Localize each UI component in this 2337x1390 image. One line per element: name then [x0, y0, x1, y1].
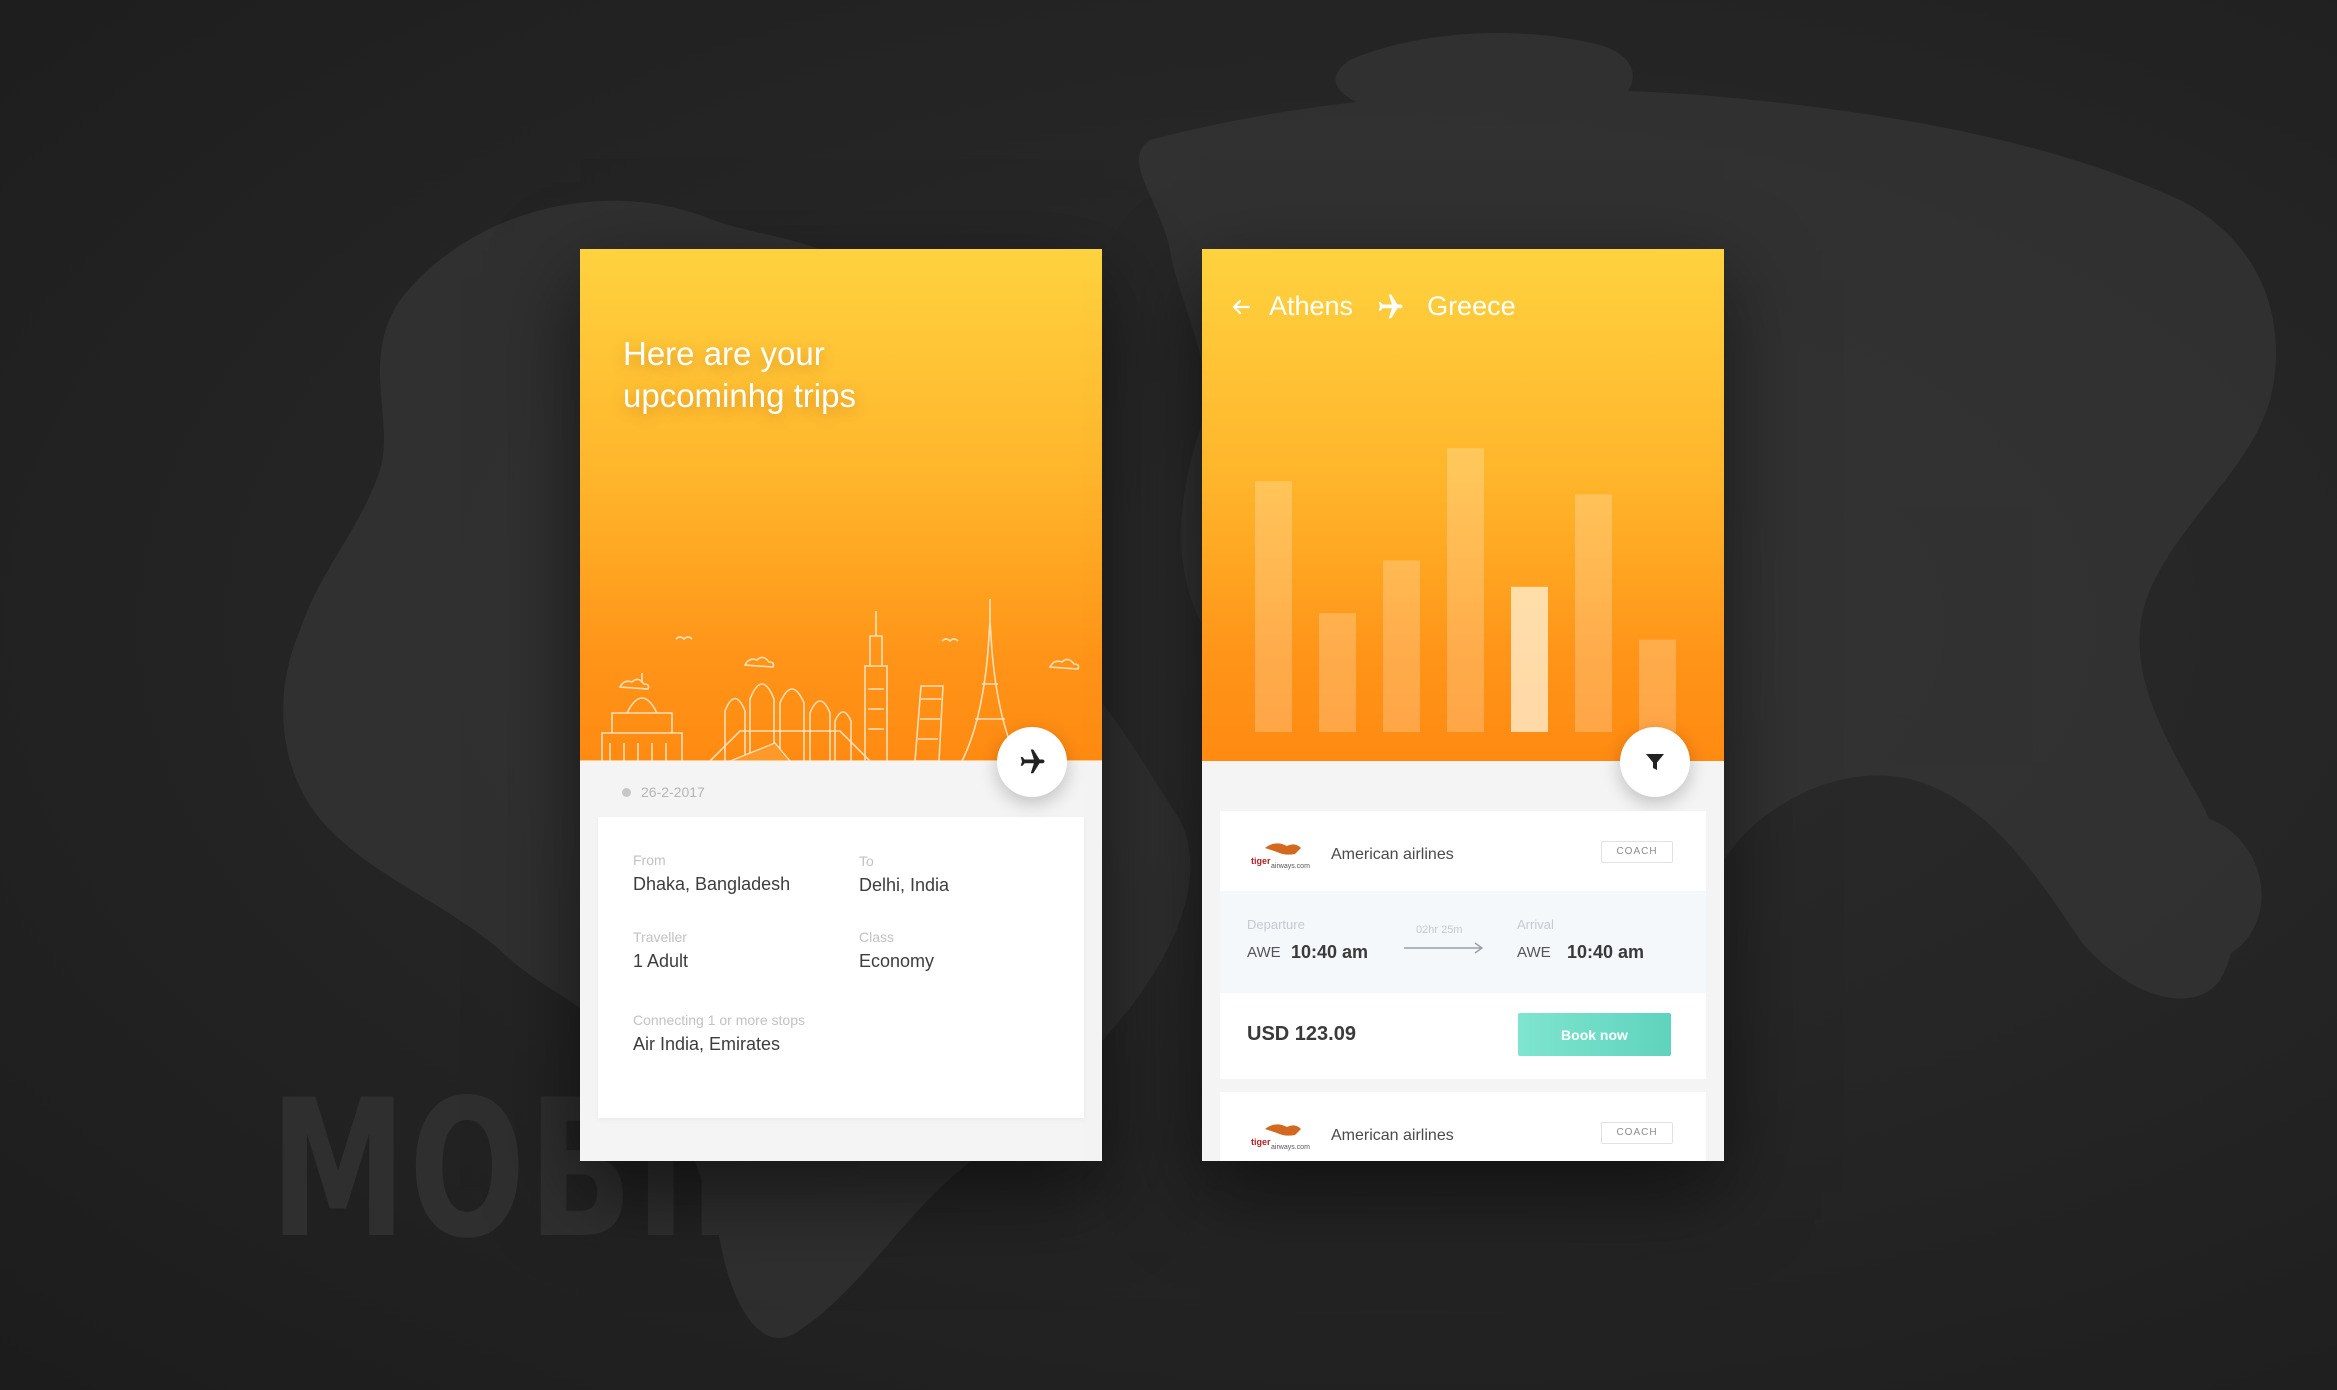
connecting-label: Connecting 1 or more stops	[633, 1012, 805, 1028]
trip-date-row: 26-2-2017	[622, 784, 705, 800]
arrow-left-icon	[1232, 299, 1251, 314]
plane-icon	[1020, 749, 1045, 774]
flight-card[interactable]: tiger airways.com American airlines COAC…	[1220, 811, 1706, 1079]
class-value: Economy	[859, 951, 935, 971]
svg-text:tiger: tiger	[1251, 1137, 1271, 1147]
from-value: Dhaka, Bangladesh	[633, 874, 791, 894]
arrival-time: 10:40 am	[1567, 942, 1645, 962]
flight-card[interactable]: tiger airways.com American airlines COAC…	[1220, 1092, 1706, 1161]
date-dot	[622, 787, 631, 797]
traveller-label: Traveller	[633, 929, 687, 945]
chart-bar[interactable]	[1255, 481, 1292, 732]
to-value: Delhi, India	[859, 875, 950, 895]
flight-duration: 02hr 25m	[1416, 924, 1463, 936]
connecting-field: Connecting 1 or more stops Air India, Em…	[633, 1012, 805, 1055]
svg-text:tiger: tiger	[1251, 856, 1271, 866]
chart-bar[interactable]	[1319, 613, 1356, 732]
departure-label: Departure	[1247, 917, 1305, 932]
svg-text:airways.com: airways.com	[1271, 863, 1310, 870]
plane-icon	[1378, 294, 1403, 318]
price-bar-chart	[1255, 448, 1676, 732]
upcoming-trips-screen: Here are your upcominhg trips 26-2-2017 …	[580, 249, 1102, 1161]
departure-code: AWE	[1247, 944, 1281, 961]
book-now-button[interactable]: Book now	[1518, 1013, 1671, 1056]
from-field: From Dhaka, Bangladesh	[633, 852, 790, 895]
title-line-1: Here are your	[623, 335, 825, 372]
chart-bar[interactable]	[1383, 560, 1420, 732]
chart-bar[interactable]	[1447, 448, 1484, 732]
flights-hero-header: Athens Greece	[1202, 249, 1724, 761]
origin-city: Athens	[1269, 291, 1354, 321]
trips-hero-header: Here are your upcominhg trips	[580, 249, 1102, 761]
filter-button[interactable]	[1620, 727, 1690, 797]
airline-name: American airlines	[1331, 846, 1454, 863]
traveller-field: Traveller 1 Adult	[633, 929, 688, 972]
chart-bar[interactable]	[1511, 586, 1548, 732]
title-line-2: upcominhg trips	[623, 377, 856, 414]
arrival-code: AWE	[1517, 944, 1551, 961]
class-badge: COACH	[1601, 841, 1673, 863]
trip-date: 26-2-2017	[641, 784, 705, 800]
chart-bar[interactable]	[1639, 639, 1676, 732]
to-field: To Delhi, India	[859, 853, 949, 896]
chart-bar[interactable]	[1575, 494, 1612, 732]
traveller-value: 1 Adult	[633, 951, 689, 971]
connecting-value: Air India, Emirates	[633, 1034, 781, 1054]
add-flight-button[interactable]	[997, 727, 1067, 797]
route-header: Athens Greece	[1229, 291, 1516, 322]
trip-card[interactable]: From Dhaka, Bangladesh To Delhi, India T…	[598, 817, 1084, 1118]
svg-text:airways.com: airways.com	[1271, 1144, 1310, 1151]
to-label: To	[859, 853, 874, 869]
airline-row: tiger airways.com American airlines COAC…	[1220, 1092, 1706, 1161]
back-button[interactable]	[1229, 295, 1253, 319]
tiger-airways-logo: tiger airways.com	[1251, 843, 1310, 870]
class-field: Class Economy	[859, 929, 934, 972]
airline-name: American airlines	[1331, 1127, 1454, 1144]
arrow-right-icon	[1404, 942, 1484, 954]
page-title: Here are your upcominhg trips	[623, 333, 953, 417]
class-label: Class	[859, 929, 895, 945]
flight-price: USD 123.09	[1247, 1023, 1356, 1045]
destination-city: Greece	[1427, 291, 1516, 321]
timing-row: Departure AWE 10:40 am 02hr 25m Arrival …	[1220, 891, 1706, 993]
flight-results-screen: Athens Greece tiger airways.com American…	[1202, 249, 1724, 1161]
class-badge: COACH	[1601, 1122, 1673, 1144]
tiger-airways-logo: tiger airways.com	[1251, 1124, 1310, 1151]
from-label: From	[633, 852, 666, 868]
departure-time: 10:40 am	[1291, 942, 1369, 962]
filter-icon	[1646, 754, 1664, 770]
arrival-label: Arrival	[1517, 917, 1554, 932]
airline-row: tiger airways.com American airlines COAC…	[1220, 811, 1706, 891]
price-row: USD 123.09 Book now	[1220, 993, 1706, 1079]
